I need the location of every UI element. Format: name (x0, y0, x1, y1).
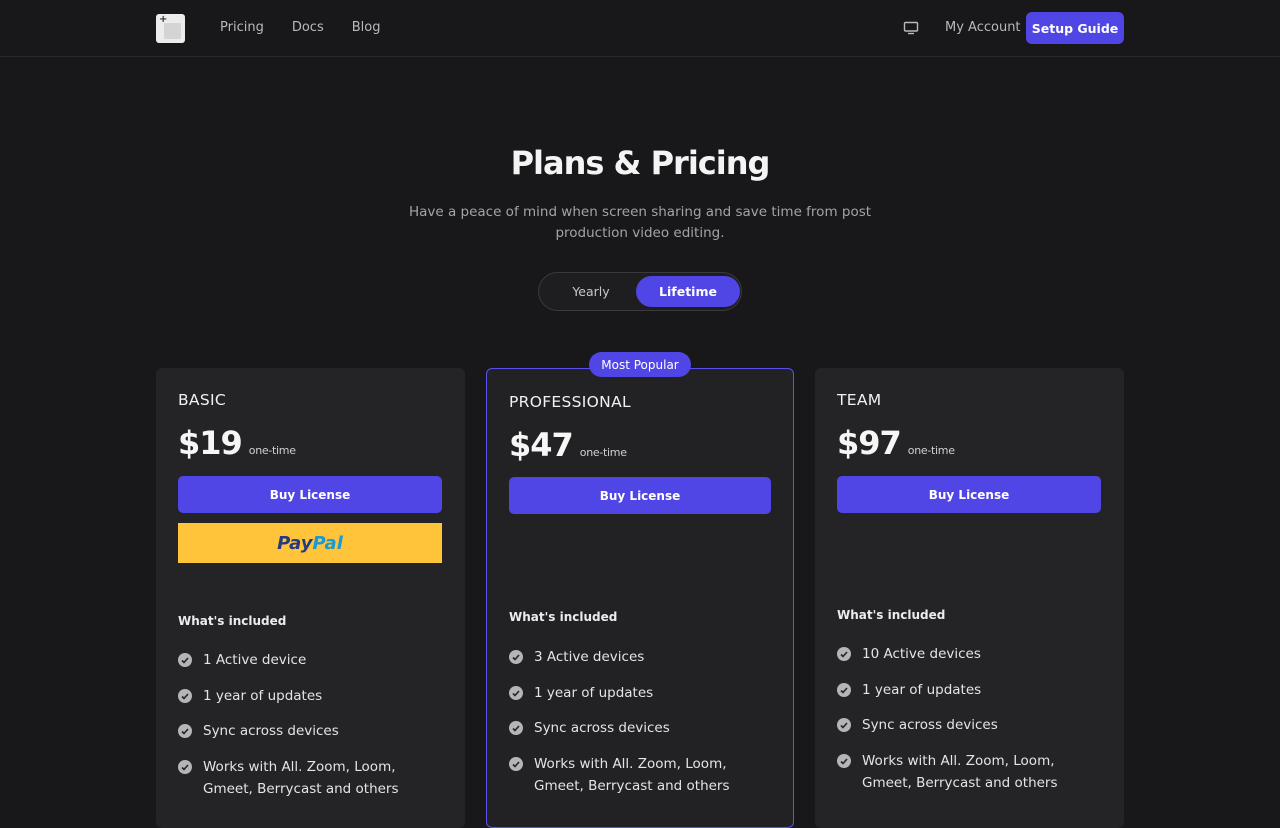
feature-text: Sync across devices (862, 717, 998, 733)
feature-item: Sync across devices (178, 723, 448, 742)
check-icon (178, 689, 192, 703)
feature-text: 1 Active device (203, 652, 307, 668)
feature-item: Sync across devices (509, 720, 779, 739)
feature-item: Sync across devices (837, 717, 1107, 736)
paypal-logo-part1: Pay (277, 532, 313, 554)
plan-price: $47 (509, 426, 574, 464)
my-account-link[interactable]: My Account (945, 20, 1021, 36)
plan-card-team: TEAM $97 one-time Buy License What's inc… (815, 368, 1124, 828)
feature-item: Works with All. Zoom, Loom, Gmeet, Berry… (509, 756, 779, 797)
app-logo[interactable]: + (156, 14, 185, 43)
included-heading: What's included (178, 614, 287, 628)
price-note: one-time (907, 444, 955, 457)
plan-name: PROFESSIONAL (509, 393, 631, 411)
setup-guide-button[interactable]: Setup Guide (1026, 12, 1124, 44)
check-icon (509, 721, 523, 735)
paypal-button[interactable]: Pay Pal (178, 523, 442, 563)
price-row: $47 one-time (509, 426, 627, 464)
feature-item: Works with All. Zoom, Loom, Gmeet, Berry… (178, 759, 448, 800)
check-icon (509, 686, 523, 700)
plan-price: $19 (178, 424, 243, 462)
plan-card-professional: PROFESSIONAL $47 one-time Buy License Wh… (486, 368, 794, 828)
price-row: $97 one-time (837, 424, 955, 462)
feature-text: Works with All. Zoom, Loom, Gmeet, Berry… (862, 753, 1058, 791)
paypal-logo-part2: Pal (312, 532, 343, 554)
included-heading: What's included (509, 610, 618, 624)
buy-license-button[interactable]: Buy License (509, 477, 771, 514)
feature-text: Works with All. Zoom, Loom, Gmeet, Berry… (534, 756, 730, 794)
plan-name: BASIC (178, 391, 226, 409)
price-note: one-time (248, 444, 296, 457)
nav-link-pricing[interactable]: Pricing (220, 20, 264, 36)
check-icon (837, 754, 851, 768)
check-icon (837, 683, 851, 697)
plan-price: $97 (837, 424, 902, 462)
plan-name: TEAM (837, 391, 882, 409)
feature-text: 1 year of updates (862, 682, 982, 698)
price-row: $19 one-time (178, 424, 296, 462)
page-subtitle: Have a peace of mind when screen sharing… (408, 204, 872, 241)
toggle-lifetime[interactable]: Lifetime (636, 276, 740, 307)
feature-text: 10 Active devices (862, 646, 981, 662)
check-icon (178, 760, 192, 774)
logo-square-icon (164, 23, 181, 39)
page-title: Plans & Pricing (510, 144, 771, 182)
plan-card-basic: BASIC $19 one-time Buy License Pay Pal Wh… (156, 368, 465, 828)
feature-text: Sync across devices (203, 723, 339, 739)
check-icon (837, 647, 851, 661)
price-note: one-time (579, 446, 627, 459)
nav-link-blog[interactable]: Blog (352, 20, 381, 36)
check-icon (837, 718, 851, 732)
feature-item: Works with All. Zoom, Loom, Gmeet, Berry… (837, 753, 1107, 794)
included-heading: What's included (837, 608, 946, 622)
feature-text: 1 year of updates (203, 688, 323, 704)
feature-item: 1 year of updates (178, 688, 448, 707)
check-icon (509, 757, 523, 771)
feature-item: 1 Active device (178, 652, 448, 671)
nav-link-docs[interactable]: Docs (292, 20, 324, 36)
toggle-yearly[interactable]: Yearly (540, 276, 642, 307)
feature-text: 3 Active devices (534, 649, 645, 665)
top-nav: + Pricing Docs Blog My Account Setup Gui… (0, 0, 1280, 57)
feature-item: 1 year of updates (509, 685, 779, 704)
most-popular-badge: Most Popular (589, 352, 691, 377)
check-icon (509, 650, 523, 664)
buy-license-button[interactable]: Buy License (837, 476, 1101, 513)
feature-item: 1 year of updates (837, 682, 1107, 701)
feature-item: 10 Active devices (837, 646, 1107, 665)
check-icon (178, 653, 192, 667)
buy-license-button[interactable]: Buy License (178, 476, 442, 513)
monitor-icon[interactable] (903, 21, 919, 35)
feature-text: Works with All. Zoom, Loom, Gmeet, Berry… (203, 759, 399, 797)
billing-toggle: Yearly Lifetime (538, 272, 742, 311)
check-icon (178, 724, 192, 738)
nav-links: Pricing Docs Blog (220, 20, 408, 36)
feature-text: Sync across devices (534, 720, 670, 736)
feature-item: 3 Active devices (509, 649, 779, 668)
feature-text: 1 year of updates (534, 685, 654, 701)
